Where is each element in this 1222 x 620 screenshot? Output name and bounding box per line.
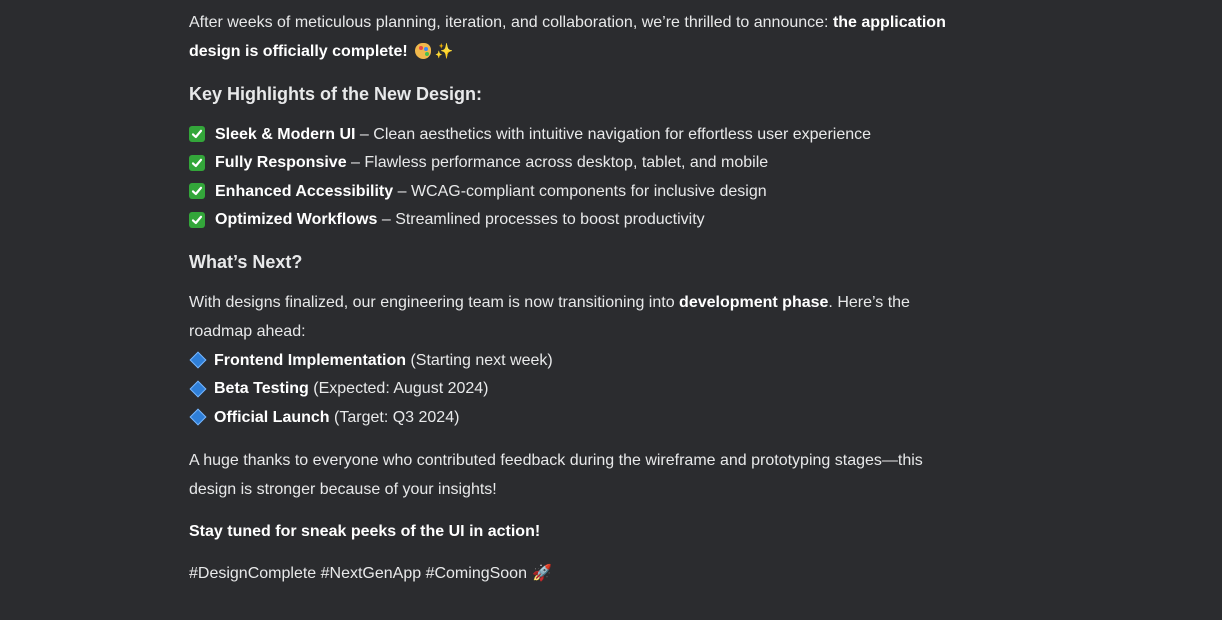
roadmap-list: Frontend Implementation (Starting next w… [189, 346, 949, 432]
roadmap-title: Official Launch [214, 408, 330, 426]
announcement-post: After weeks of meticulous planning, iter… [189, 8, 949, 588]
whats-next-bold-text: development phase [679, 294, 829, 311]
rocket-icon: 🚀 [531, 564, 552, 582]
roadmap-title: Frontend Implementation [214, 351, 406, 369]
highlights-heading: Key Highlights of the New Design: [189, 84, 483, 104]
separator: – [393, 182, 411, 200]
roadmap-detail: (Target: Q3 2024) [334, 408, 460, 426]
list-item: Optimized Workflows – Streamlined proces… [189, 206, 949, 235]
blue-diamond-icon [189, 408, 207, 426]
list-item: Enhanced Accessibility – WCAG-compliant … [189, 177, 949, 206]
hashtags: #DesignComplete #NextGenApp #ComingSoon [189, 564, 527, 582]
highlight-title: Enhanced Accessibility [215, 182, 394, 200]
list-item: Fully Responsive – Flawless performance … [189, 149, 949, 178]
list-item: Official Launch (Target: Q3 2024) [189, 403, 949, 432]
separator: – [377, 211, 396, 229]
check-mark-icon [189, 126, 205, 143]
thanks-paragraph: A huge thanks to everyone who contribute… [189, 451, 923, 498]
roadmap-detail: (Expected: August 2024) [313, 380, 489, 398]
check-mark-icon [189, 183, 205, 200]
highlight-description: Flawless performance across desktop, tab… [364, 154, 769, 172]
highlight-title: Sleek & Modern UI [215, 125, 356, 143]
intro-text: After weeks of meticulous planning, iter… [189, 14, 833, 31]
separator: – [355, 125, 374, 143]
highlights-list: Sleek & Modern UI – Clean aesthetics wit… [189, 120, 949, 234]
highlight-title: Optimized Workflows [215, 211, 378, 229]
list-item: Beta Testing (Expected: August 2024) [189, 375, 949, 404]
intro-paragraph: After weeks of meticulous planning, iter… [189, 8, 949, 66]
highlight-description: Clean aesthetics with intuitive navigati… [373, 125, 872, 143]
highlight-title: Fully Responsive [215, 154, 347, 172]
check-mark-icon [189, 154, 205, 171]
palette-icon [414, 43, 431, 59]
list-item: Frontend Implementation (Starting next w… [189, 346, 949, 375]
closing-line: Stay tuned for sneak peeks of the UI in … [189, 522, 541, 540]
separator: – [346, 154, 365, 172]
sparkles-icon: ✨ [434, 43, 454, 60]
whats-next-paragraph: With designs finalized, our engineering … [189, 288, 949, 346]
hashtags-line: #DesignComplete #NextGenApp #ComingSoon 🚀 [189, 559, 949, 588]
blue-diamond-icon [189, 351, 207, 369]
roadmap-title: Beta Testing [214, 380, 309, 398]
highlight-description: WCAG-compliant components for inclusive … [410, 182, 767, 200]
roadmap-detail: (Starting next week) [410, 351, 553, 369]
list-item: Sleek & Modern UI – Clean aesthetics wit… [189, 120, 949, 149]
blue-diamond-icon [189, 380, 207, 398]
whats-next-text-before: With designs finalized, our engineering … [189, 294, 680, 311]
whats-next-heading: What’s Next? [189, 252, 303, 272]
highlight-description: Streamlined processes to boost productiv… [395, 211, 705, 229]
check-mark-icon [189, 211, 205, 228]
